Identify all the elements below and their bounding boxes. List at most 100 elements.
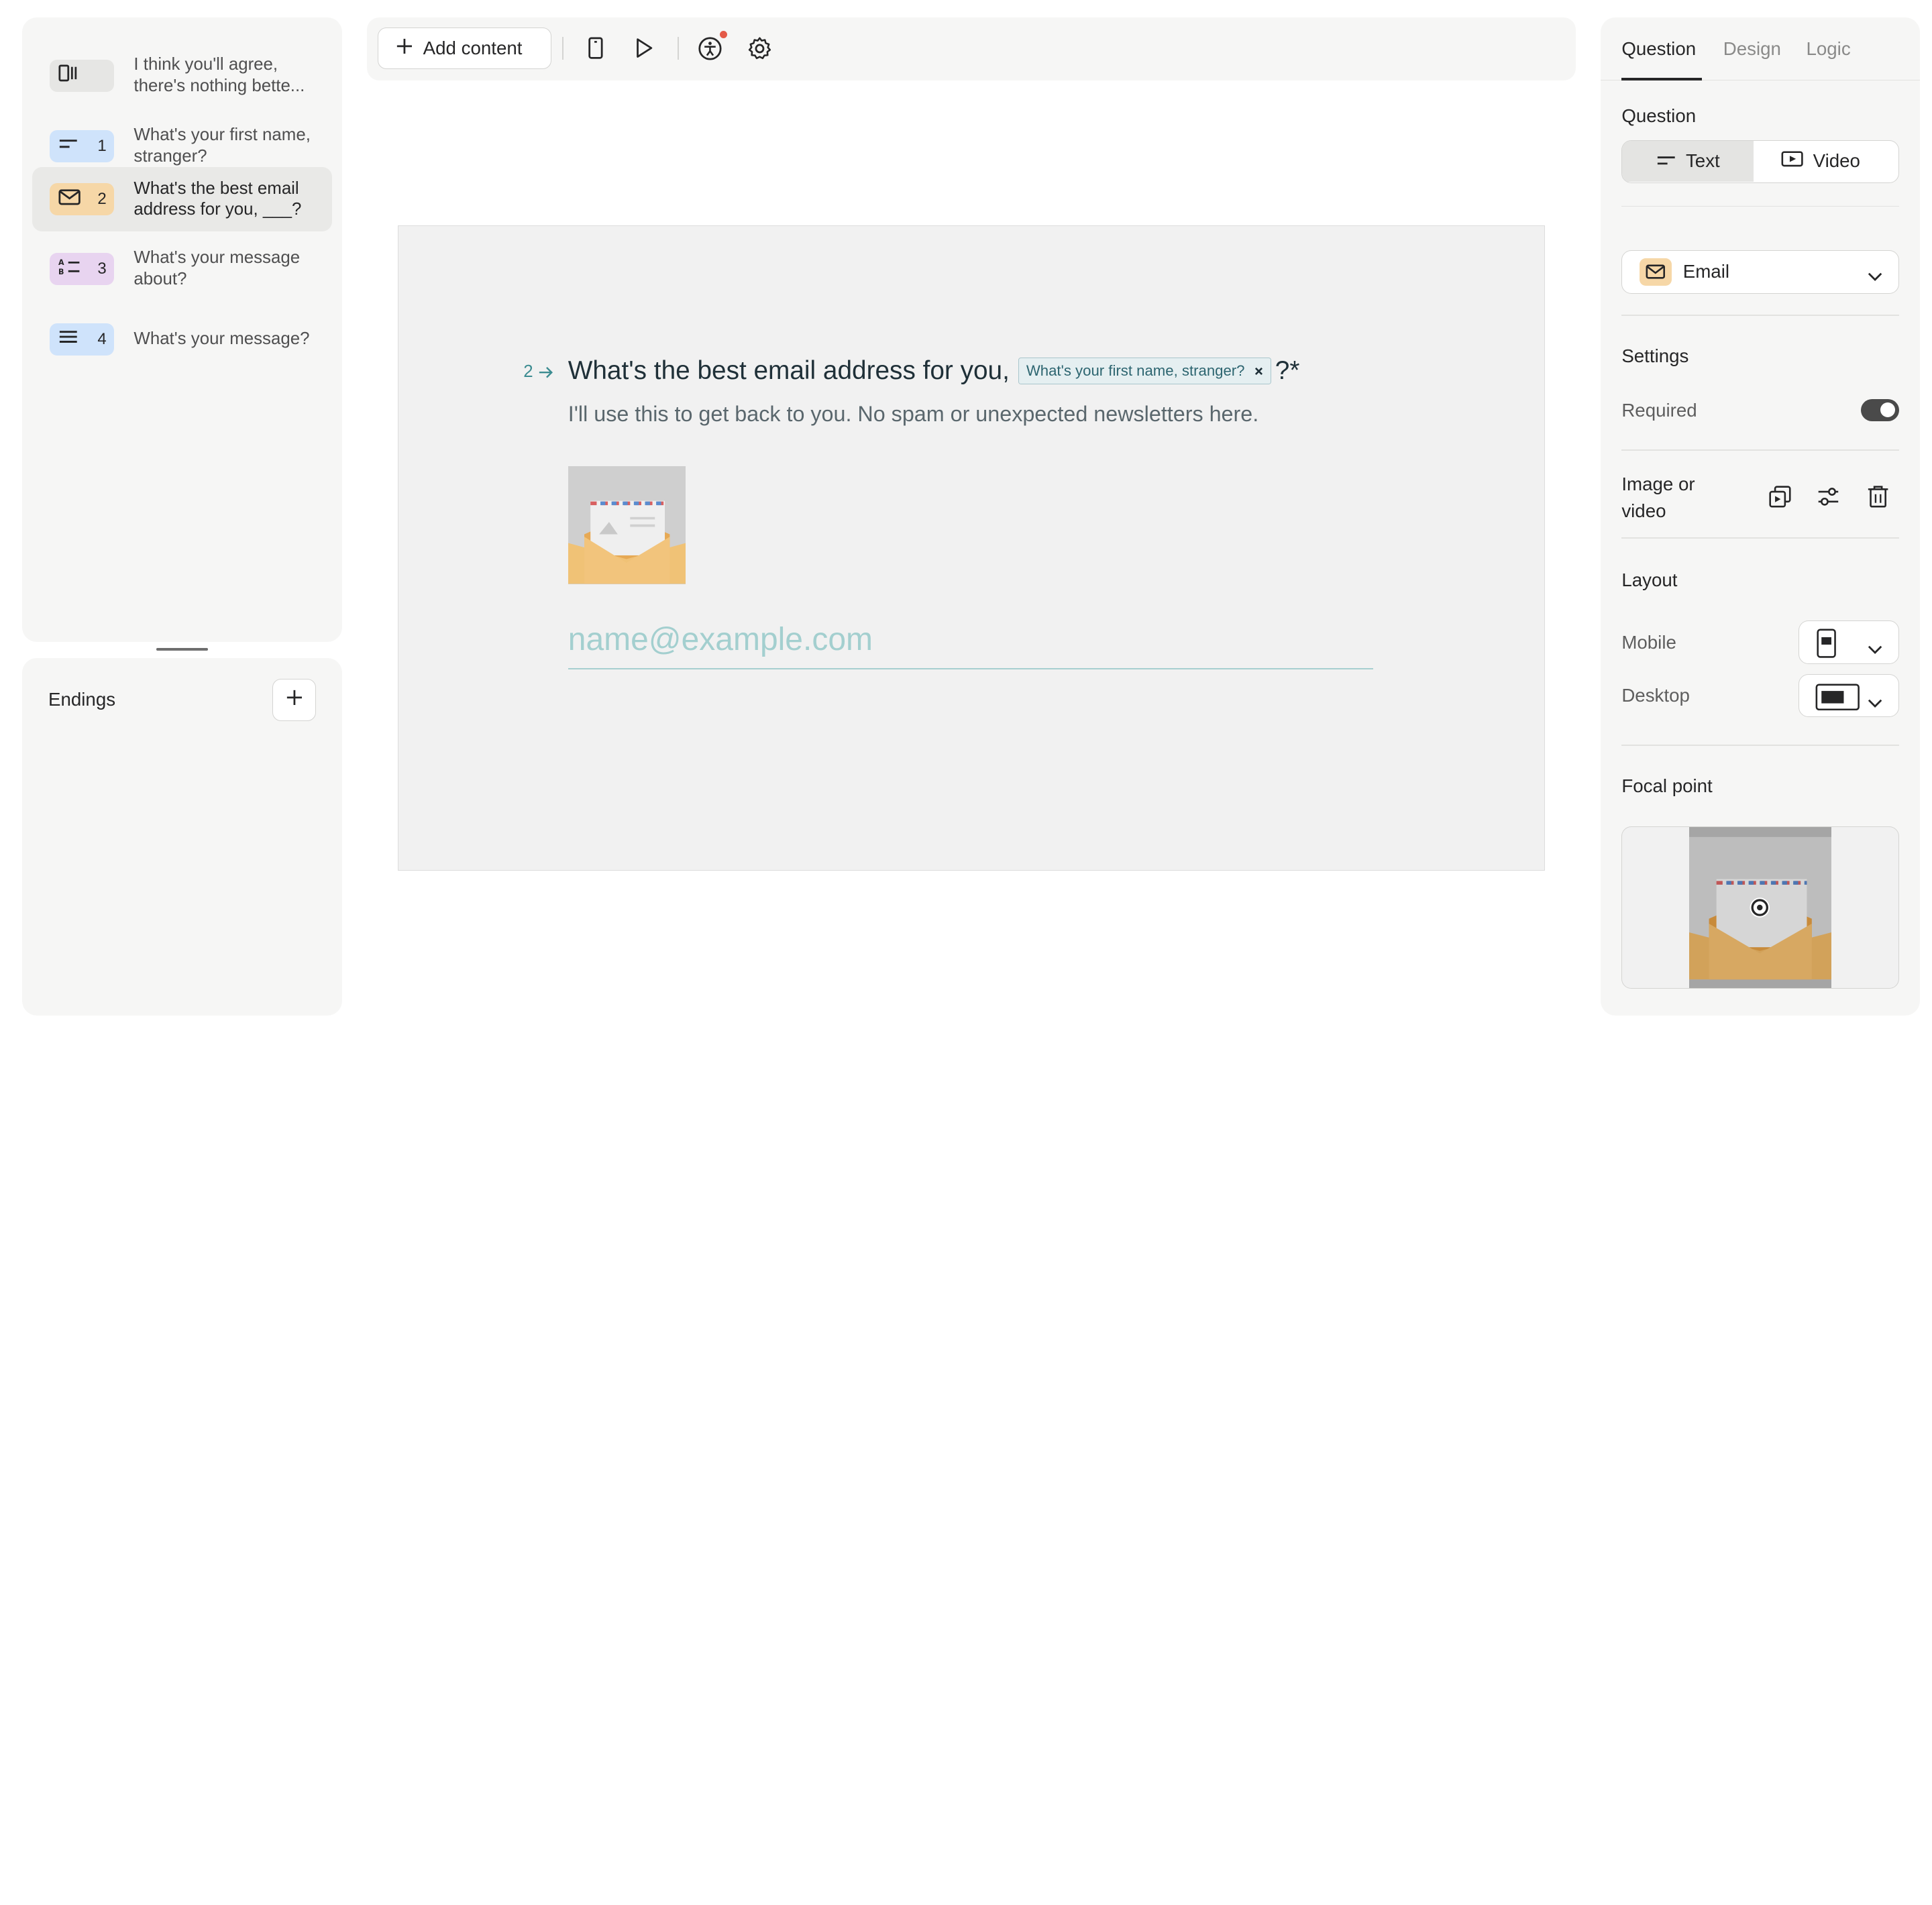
form-builder-app: I think you'll agree, there's nothing be…	[0, 0, 1932, 1032]
toolbar-divider	[562, 37, 564, 60]
email-input-placeholder[interactable]: name@example.com	[568, 621, 873, 658]
statement-icon	[58, 64, 80, 87]
builder-toolbar: Add content	[366, 17, 1576, 81]
mobile-layout-label: Mobile	[1621, 631, 1676, 653]
required-marker: ?*	[1275, 356, 1300, 385]
video-option-button[interactable]: Video	[1755, 141, 1886, 182]
question-type-value: Email	[1682, 261, 1729, 282]
add-content-button[interactable]: Add content	[378, 27, 551, 70]
adjust-media-icon[interactable]	[1815, 483, 1842, 510]
mail-icon	[58, 188, 80, 211]
settings-tabs: Question Design Logic	[1600, 17, 1921, 81]
desktop-layout-icon	[1815, 684, 1860, 716]
replace-media-icon[interactable]	[1766, 483, 1794, 510]
question-image[interactable]	[568, 466, 686, 584]
tab-logic[interactable]: Logic	[1806, 38, 1850, 60]
question-number: 4	[97, 329, 107, 348]
endings-title: Endings	[48, 688, 116, 710]
question-number: 1	[97, 136, 107, 155]
question-item-welcome[interactable]: I think you'll agree, there's nothing be…	[32, 44, 332, 108]
chevron-down-icon	[1868, 264, 1882, 286]
media-section-label: Image or video	[1621, 473, 1695, 522]
short-text-icon	[1656, 150, 1676, 172]
svg-text:A: A	[58, 258, 64, 267]
question-item-label: I think you'll agree, there's nothing be…	[133, 55, 305, 95]
video-option-label: Video	[1813, 150, 1860, 172]
multiple-choice-icon: AB	[58, 258, 80, 280]
question-title[interactable]: What's the best email address for you, W…	[568, 356, 1300, 386]
question-type-select[interactable]: Email	[1621, 250, 1899, 294]
required-label: Required	[1621, 400, 1697, 421]
chevron-down-icon	[1868, 691, 1882, 714]
mobile-preview-icon[interactable]	[582, 35, 610, 62]
long-text-icon	[58, 329, 78, 349]
text-option-button[interactable]: Text	[1622, 140, 1754, 182]
question-section-label: Question	[1621, 105, 1697, 126]
section-divider	[1621, 315, 1899, 316]
desktop-layout-select[interactable]	[1799, 673, 1899, 718]
form-preview-canvas: 2 What's the best email address for you,…	[397, 225, 1545, 871]
envelope-illustration	[568, 466, 686, 584]
mobile-layout-select[interactable]	[1799, 620, 1899, 664]
active-tab-indicator	[1621, 78, 1703, 81]
arrow-right-icon	[538, 362, 554, 381]
mail-icon	[1640, 258, 1672, 286]
question-title-text: What's the best email address for you,	[568, 356, 1010, 385]
settings-section-label: Settings	[1621, 345, 1689, 367]
question-number-indicator: 2	[523, 362, 554, 382]
question-number: 3	[97, 259, 107, 278]
question-item-3[interactable]: AB 3 What's your message about?	[32, 237, 332, 301]
envelope-illustration	[1689, 826, 1832, 988]
section-divider	[1621, 449, 1899, 451]
focal-point-image	[1689, 826, 1832, 988]
settings-panel: Question Design Logic Question Text Vide…	[1600, 17, 1921, 1016]
endings-panel: Endings	[22, 657, 342, 1016]
question-badge: 4	[49, 323, 114, 356]
question-item-2[interactable]: 2 What's the best email address for you,…	[32, 167, 332, 232]
svg-text:B: B	[58, 268, 64, 275]
plus-icon	[286, 688, 303, 711]
recall-chip-label: What's your first name, stranger?	[1026, 362, 1245, 379]
close-icon[interactable]	[1254, 362, 1263, 380]
required-toggle[interactable]	[1860, 398, 1899, 421]
question-number: 2	[97, 190, 107, 209]
play-preview-icon[interactable]	[631, 35, 658, 62]
accessibility-icon[interactable]	[696, 35, 724, 62]
question-badge	[49, 59, 114, 92]
tab-design[interactable]: Design	[1723, 38, 1781, 60]
layout-section-label: Layout	[1621, 569, 1678, 591]
add-ending-button[interactable]	[272, 678, 316, 721]
mobile-layout-icon	[1815, 629, 1837, 663]
add-content-label: Add content	[423, 38, 523, 58]
plus-icon	[396, 38, 413, 60]
question-format-toggle: Text Video	[1621, 140, 1899, 184]
tab-question[interactable]: Question	[1621, 38, 1696, 60]
question-item-label: What's your message?	[133, 329, 310, 349]
short-text-icon	[58, 137, 78, 156]
notification-dot	[719, 31, 727, 39]
text-option-label: Text	[1685, 150, 1720, 172]
toggle-knob	[1880, 402, 1896, 418]
question-badge: AB 3	[49, 252, 114, 285]
toolbar-divider	[678, 37, 679, 60]
trash-icon[interactable]	[1864, 483, 1892, 510]
section-divider	[1621, 744, 1899, 746]
panel-resize-handle[interactable]	[156, 647, 209, 651]
focal-point-label: Focal point	[1621, 775, 1713, 797]
question-item-label: What's the best email address for you, _…	[133, 178, 302, 219]
gear-icon[interactable]	[746, 35, 773, 62]
question-list-panel: I think you'll agree, there's nothing be…	[22, 17, 342, 642]
question-badge: 1	[49, 129, 114, 162]
question-item-label: What's your first name, stranger?	[133, 125, 311, 166]
focal-point-picker[interactable]	[1621, 826, 1899, 989]
section-divider	[1621, 205, 1899, 207]
chevron-down-icon	[1868, 637, 1882, 660]
question-description[interactable]: I'll use this to get back to you. No spa…	[568, 402, 1258, 427]
question-number: 2	[523, 362, 533, 382]
section-divider	[1621, 537, 1899, 539]
question-item-4[interactable]: 4 What's your message?	[32, 307, 332, 372]
desktop-layout-label: Desktop	[1621, 685, 1690, 706]
email-input-underline	[568, 668, 1374, 670]
recall-chip[interactable]: What's your first name, stranger?	[1018, 357, 1272, 385]
video-icon	[1781, 150, 1803, 172]
